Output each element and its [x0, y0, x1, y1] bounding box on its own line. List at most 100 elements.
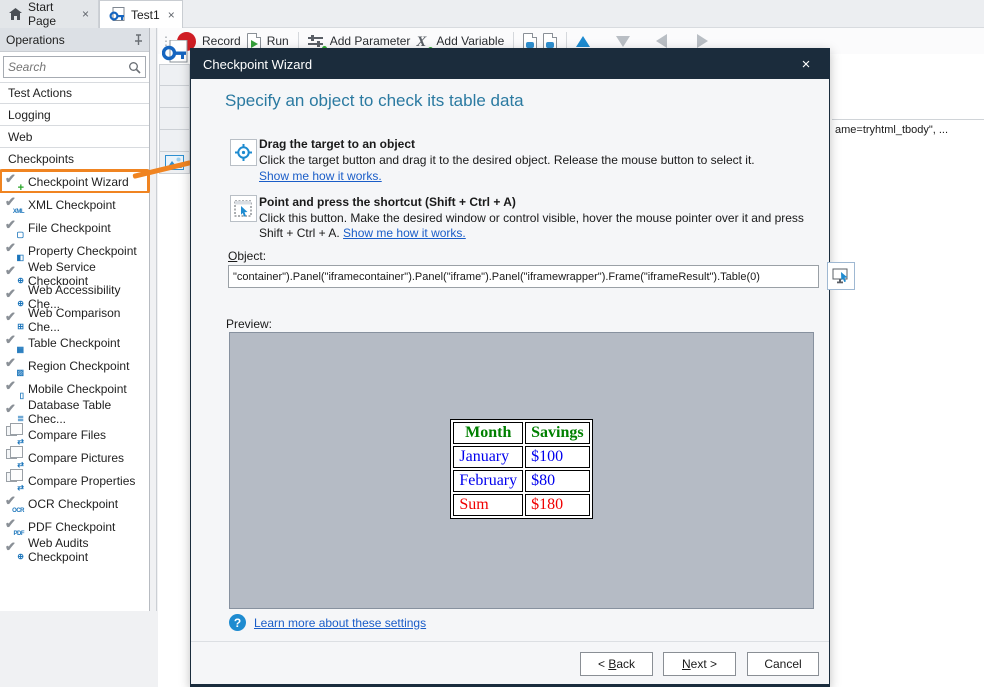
- add-variable-icon[interactable]: X: [416, 34, 430, 49]
- item-label: Table Checkpoint: [28, 336, 120, 350]
- grid-cell[interactable]: [159, 86, 190, 108]
- item-label: Compare Properties: [28, 474, 135, 488]
- operations-panel: Operations Test Actions Logging Web Chec…: [0, 28, 150, 611]
- keyword-test-key-icon: [162, 40, 188, 64]
- record-button[interactable]: Record: [202, 34, 241, 48]
- cancel-button[interactable]: Cancel: [747, 652, 819, 676]
- option-point-title: Point and press the shortcut (Shift + Ct…: [259, 195, 516, 209]
- item-label: Database Table Chec...: [28, 398, 149, 426]
- ocr-checkpoint-icon: ✔OCR: [5, 495, 23, 512]
- tab-start-page[interactable]: Start Page ×: [0, 0, 99, 28]
- dialog-heading: Specify an object to check its table dat…: [225, 91, 524, 111]
- grid-cell[interactable]: [159, 130, 190, 152]
- next-button[interactable]: Next >: [663, 652, 736, 676]
- document-icon[interactable]: [543, 33, 557, 50]
- grid-row-divider: [832, 119, 984, 120]
- sidebar-item-database-table-checkpoint[interactable]: ✔≣ Database Table Chec...: [0, 400, 149, 423]
- preview-label: Preview:: [226, 317, 272, 331]
- document-icon[interactable]: [523, 33, 537, 50]
- checkpoint-wizard-dialog: Checkpoint Wizard × Specify an object to…: [190, 48, 830, 687]
- sidebar-item-web-audits-checkpoint[interactable]: ✔⊕ Web Audits Checkpoint: [0, 538, 149, 561]
- sidebar-item-checkpoint-wizard[interactable]: ✔+ Checkpoint Wizard: [0, 170, 149, 193]
- grid-cell[interactable]: [159, 64, 190, 86]
- category-checkpoints[interactable]: Checkpoints: [0, 148, 149, 170]
- add-parameter-button[interactable]: Add Parameter: [330, 34, 411, 48]
- sidebar-item-web-comparison-checkpoint[interactable]: ✔⊞ Web Comparison Che...: [0, 308, 149, 331]
- move-down-icon: [616, 36, 630, 47]
- dialog-title: Checkpoint Wizard: [203, 57, 795, 72]
- pin-icon[interactable]: [132, 34, 143, 45]
- option-point-desc-text: Click this button. Make the desired wind…: [259, 211, 804, 240]
- grid-cell[interactable]: [159, 108, 190, 130]
- tab-close-icon[interactable]: ×: [168, 8, 175, 22]
- category-test-actions[interactable]: Test Actions: [0, 82, 149, 104]
- operations-panel-header: Operations: [0, 28, 149, 52]
- learn-more-link[interactable]: Learn more about these settings: [254, 616, 426, 630]
- file-checkpoint-icon: ✔▢: [5, 219, 23, 236]
- category-logging[interactable]: Logging: [0, 104, 149, 126]
- item-label: XML Checkpoint: [28, 198, 116, 212]
- database-table-checkpoint-icon: ✔≣: [5, 403, 23, 420]
- target-icon: [235, 144, 252, 161]
- highlight-object-button[interactable]: [827, 262, 855, 290]
- application-window: Start Page × Test1 × ⋮ Record Run Add Pa…: [0, 0, 984, 687]
- close-icon[interactable]: ×: [795, 56, 817, 73]
- run-button[interactable]: Run: [267, 34, 289, 48]
- table-row: January $100: [453, 446, 589, 468]
- run-icon[interactable]: [247, 33, 261, 50]
- sidebar-item-ocr-checkpoint[interactable]: ✔OCR OCR Checkpoint: [0, 492, 149, 515]
- search-icon: [128, 61, 141, 74]
- compare-files-icon: ⇄: [5, 426, 23, 443]
- item-label: PDF Checkpoint: [28, 520, 115, 534]
- operations-list: Test Actions Logging Web Checkpoints ✔+ …: [0, 82, 149, 561]
- mobile-checkpoint-icon: ✔▯: [5, 380, 23, 397]
- sidebar-item-compare-pictures[interactable]: ⇄ Compare Pictures: [0, 446, 149, 469]
- add-parameter-icon[interactable]: [308, 34, 324, 48]
- point-shortcut-button[interactable]: [230, 195, 257, 222]
- table-cell: $80: [525, 470, 589, 492]
- back-button[interactable]: < Back: [580, 652, 653, 676]
- sidebar-item-region-checkpoint[interactable]: ✔▨ Region Checkpoint: [0, 354, 149, 377]
- panel-splitter[interactable]: [156, 28, 157, 611]
- sidebar-item-compare-files[interactable]: ⇄ Compare Files: [0, 423, 149, 446]
- sidebar-item-file-checkpoint[interactable]: ✔▢ File Checkpoint: [0, 216, 149, 239]
- item-label: OCR Checkpoint: [28, 497, 118, 511]
- table-cell: $100: [525, 446, 589, 468]
- tab-close-icon[interactable]: ×: [82, 7, 89, 21]
- category-web[interactable]: Web: [0, 126, 149, 148]
- checkpoint-wizard-icon: ✔+: [5, 173, 23, 190]
- footer-divider: [191, 641, 829, 642]
- item-label: Region Checkpoint: [28, 359, 129, 373]
- show-me-how-link[interactable]: Show me how it works.: [343, 226, 466, 240]
- table-checkpoint-icon: ✔▦: [5, 334, 23, 351]
- search-input[interactable]: [8, 60, 128, 74]
- option-point-desc: Click this button. Make the desired wind…: [259, 211, 814, 241]
- forward-arrow-icon: [697, 34, 708, 48]
- panel-title: Operations: [6, 33, 132, 47]
- table-cell: January: [453, 446, 523, 468]
- item-label: Checkpoint Wizard: [28, 175, 129, 189]
- show-me-how-link[interactable]: Show me how it works.: [259, 169, 382, 183]
- operation-partial-text: ame=tryhtml_tbody", ...: [835, 124, 948, 136]
- table-cell: $180: [525, 494, 589, 516]
- option-drag-desc: Click the target button and drag it to t…: [259, 153, 814, 168]
- sidebar-item-table-checkpoint[interactable]: ✔▦ Table Checkpoint: [0, 331, 149, 354]
- region-checkpoint-icon: ✔▨: [5, 357, 23, 374]
- sidebar-item-xml-checkpoint[interactable]: ✔XML XML Checkpoint: [0, 193, 149, 216]
- sidebar-item-compare-properties[interactable]: ⇄ Compare Properties: [0, 469, 149, 492]
- item-label: Compare Files: [28, 428, 106, 442]
- drag-target-button[interactable]: [230, 139, 257, 166]
- add-variable-button[interactable]: Add Variable: [436, 34, 504, 48]
- tab-label: Start Page: [28, 0, 74, 28]
- tab-test1[interactable]: Test1 ×: [99, 0, 183, 28]
- web-accessibility-checkpoint-icon: ✔⊕: [5, 288, 23, 305]
- table-header-row: Month Savings: [453, 422, 589, 444]
- item-label: Web Comparison Che...: [28, 306, 149, 334]
- item-label: File Checkpoint: [28, 221, 111, 235]
- preview-area: Month Savings January $100 February $80 …: [229, 332, 814, 609]
- back-arrow-icon: [656, 34, 667, 48]
- web-comparison-checkpoint-icon: ✔⊞: [5, 311, 23, 328]
- object-input[interactable]: [228, 265, 819, 288]
- move-up-icon[interactable]: [576, 36, 590, 47]
- item-label: Web Audits Checkpoint: [28, 536, 149, 564]
